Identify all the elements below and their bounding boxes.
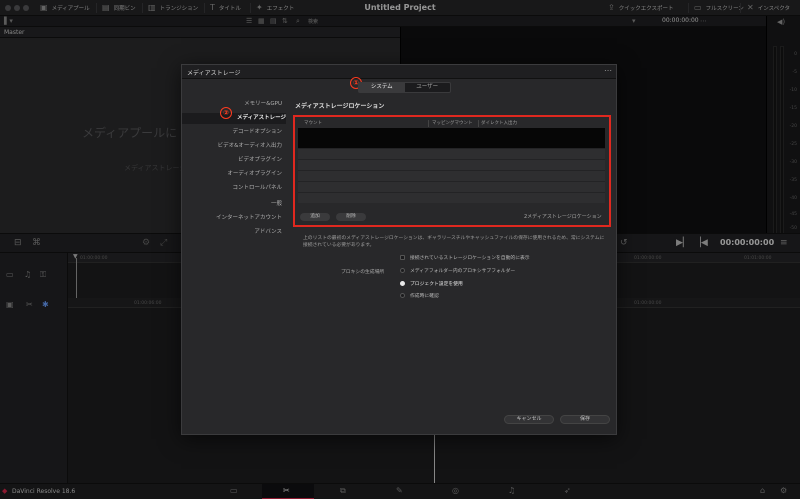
- proxy-ask-radio[interactable]: [400, 293, 405, 298]
- nav-control-panels[interactable]: コントロールパネル: [182, 183, 282, 194]
- preferences-dialog: メディアストレージ ⋯ ① システム ユーザー メモリー&GPU メディアストレ…: [181, 64, 617, 435]
- nav-advanced[interactable]: アドバンス: [182, 227, 282, 238]
- annotation-marker-2: ②: [220, 107, 232, 119]
- cancel-button[interactable]: キャンセル: [504, 415, 554, 424]
- proxy-project-settings-label: プロジェクト設定を使用: [410, 282, 463, 287]
- nav-audio-plugins[interactable]: オーディオプラグイン: [182, 169, 282, 180]
- auto-display-checkbox[interactable]: [400, 255, 405, 260]
- more-options-icon[interactable]: ⋯: [604, 66, 612, 75]
- nav-memory-gpu[interactable]: メモリー&GPU: [182, 99, 282, 110]
- dialog-title: メディアストレージ: [187, 70, 241, 77]
- tab-system[interactable]: システム: [359, 83, 405, 92]
- storage-note: 上のリストの最初のメディアストレージロケーションは、ギャラリースチルやキャッシュ…: [303, 236, 605, 248]
- tab-user[interactable]: ユーザー: [405, 83, 451, 92]
- proxy-project-settings-radio[interactable]: [400, 281, 405, 286]
- save-button[interactable]: 保存: [560, 415, 610, 424]
- proxy-location-label: プロキシの生成場所: [341, 270, 385, 275]
- nav-general[interactable]: 一般: [182, 199, 282, 210]
- proxy-subfolder-radio[interactable]: [400, 268, 405, 273]
- nav-video-plugins[interactable]: ビデオプラグイン: [182, 155, 282, 166]
- section-title: メディアストレージロケーション: [295, 103, 385, 110]
- auto-display-label: 接続されているストレージロケーションを自動的に表示: [410, 256, 530, 261]
- nav-internet-accounts[interactable]: インターネットアカウント: [182, 213, 282, 224]
- proxy-subfolder-label: メディアフォルダー内のプロキシサブフォルダー: [410, 269, 516, 274]
- nav-video-audio-io[interactable]: ビデオ&オーディオ入出力: [182, 141, 282, 152]
- nav-media-storage[interactable]: メディアストレージ: [182, 113, 286, 124]
- dialog-titlebar: メディアストレージ ⋯: [182, 65, 616, 79]
- annotation-highlight-box: [293, 115, 611, 227]
- scope-segmented-control: システム ユーザー: [358, 82, 451, 93]
- proxy-ask-label: 作成時に確認: [410, 294, 439, 299]
- nav-decode-options[interactable]: デコードオプション: [182, 127, 282, 138]
